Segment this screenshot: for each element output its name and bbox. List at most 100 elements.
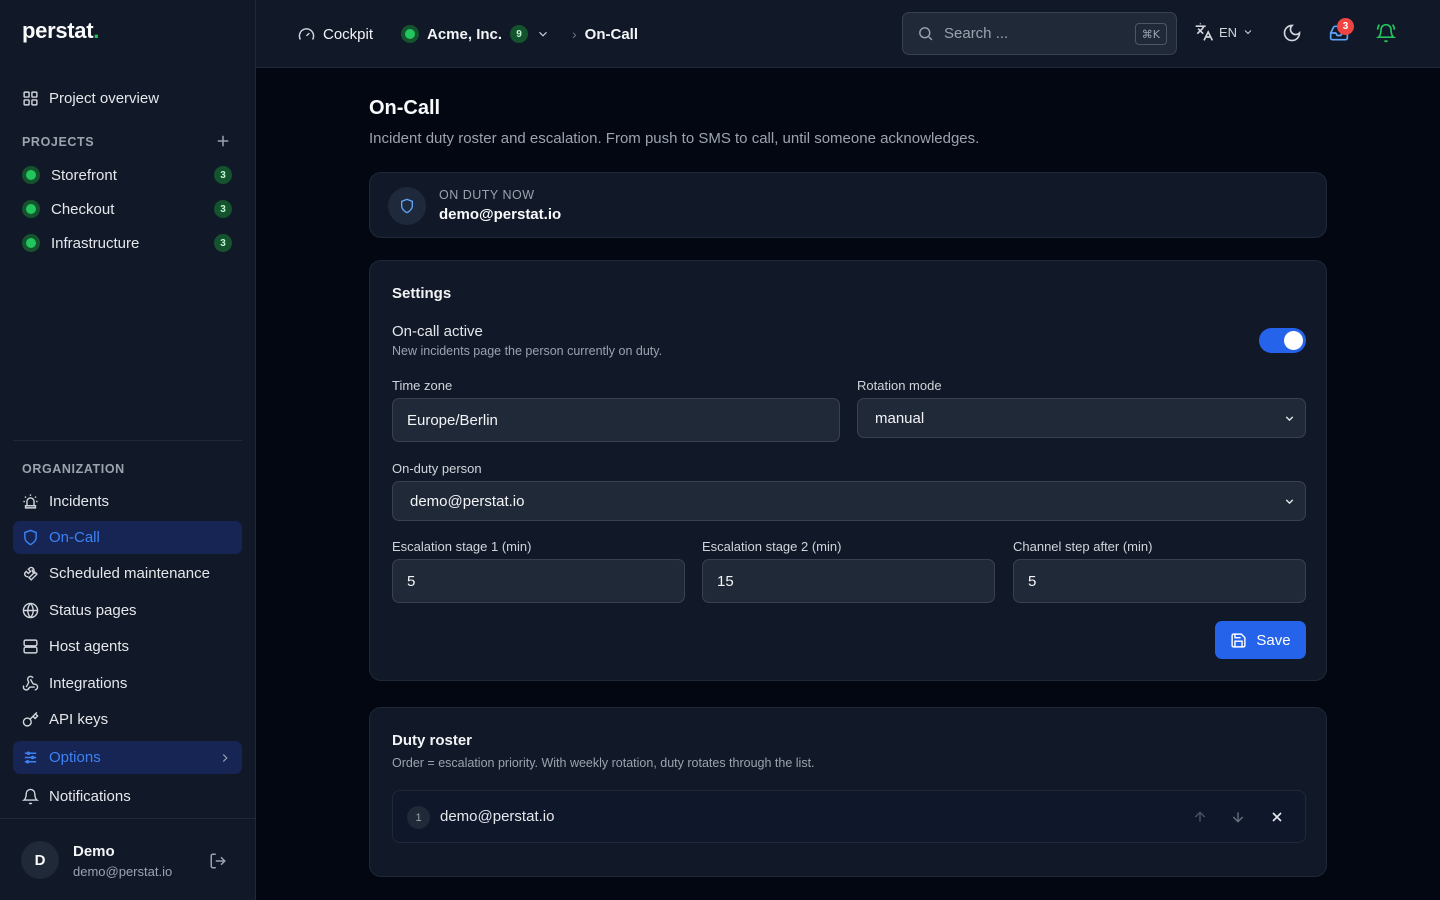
moon-icon[interactable] [1282, 23, 1302, 43]
oncall-active-toggle[interactable] [1259, 328, 1306, 353]
search-shortcut: ⌘K [1134, 23, 1167, 45]
language-label: EN [1219, 24, 1238, 40]
grid-icon [23, 91, 38, 106]
logout-icon[interactable] [209, 852, 227, 870]
project-label: Infrastructure [51, 234, 140, 252]
breadcrumb-label: Cockpit [323, 25, 374, 43]
sidebar-item-api-keys[interactable]: API keys [13, 703, 242, 736]
save-icon [1231, 632, 1246, 648]
sidebar-item-label: API keys [49, 711, 109, 728]
breadcrumb-label: On-Call [584, 25, 639, 43]
bell-icon [22, 788, 39, 805]
search-box[interactable]: ⌘K [902, 12, 1177, 55]
plus-icon[interactable] [214, 132, 232, 150]
org-count-badge: 9 [510, 25, 529, 43]
sidebar-item-project-overview[interactable]: Project overview [13, 82, 242, 115]
arrow-down-icon[interactable] [1230, 809, 1246, 825]
sidebar-item-label: Scheduled maintenance [49, 565, 210, 582]
sidebar-item-on-call[interactable]: On-Call [13, 521, 242, 554]
projects-section-title: PROJECTS [22, 135, 95, 149]
duty-badge [388, 187, 426, 225]
escalation-stage-2-label: Escalation stage 2 (min) [702, 539, 842, 554]
chevron-down-icon [1285, 499, 1294, 505]
project-label: Checkout [51, 200, 115, 218]
select-value: demo@perstat.io [410, 492, 525, 510]
sidebar-item-label: Notifications [49, 788, 131, 805]
breadcrumb-separator: › [572, 26, 577, 42]
translate-icon [1195, 22, 1214, 41]
chevron-down-icon [1285, 416, 1294, 422]
escalation-stage-1-input[interactable] [392, 559, 685, 603]
save-button[interactable]: Save [1215, 621, 1306, 659]
breadcrumb-cockpit[interactable]: Cockpit [298, 0, 373, 68]
sidebar-item-label: Integrations [49, 675, 128, 692]
project-item-storefront[interactable]: Storefront 3 [22, 163, 234, 187]
sidebar-item-label: Host agents [49, 638, 130, 655]
project-count-badge: 3 [214, 166, 232, 184]
sidebar-item-incidents[interactable]: Incidents [13, 485, 242, 518]
organization-section-title: ORGANIZATION [22, 462, 125, 476]
escalation-stage-1-label: Escalation stage 1 (min) [392, 539, 532, 554]
avatar[interactable]: D [21, 841, 59, 879]
duty-roster-card: Duty roster Order = escalation priority.… [369, 707, 1327, 877]
rotation-mode-label: Rotation mode [857, 378, 942, 393]
project-count-badge: 3 [214, 234, 232, 252]
on-duty-person-select[interactable]: demo@perstat.io [392, 481, 1306, 521]
sidebar: perstat. Project overview PROJECTS Store… [0, 0, 256, 900]
channel-step-input[interactable] [1013, 559, 1306, 603]
sidebar-item-integrations[interactable]: Integrations [13, 667, 242, 700]
breadcrumb-current: › On-Call [572, 0, 638, 68]
on-duty-person-label: On-duty person [392, 461, 482, 476]
close-icon[interactable] [1269, 809, 1285, 825]
gauge-icon [298, 27, 315, 40]
timezone-input[interactable] [392, 398, 840, 442]
siren-icon [23, 494, 38, 509]
user-profile: D Demo demo@perstat.io [0, 818, 255, 900]
escalation-stage-2-input[interactable] [702, 559, 995, 603]
roster-position: 1 [407, 806, 430, 829]
bell-ring-icon[interactable] [1376, 23, 1396, 43]
sidebar-item-label: Project overview [49, 90, 160, 107]
status-dot [401, 25, 419, 43]
server-icon [23, 639, 38, 654]
key-icon [22, 711, 39, 727]
notification-count-badge: 3 [1337, 18, 1354, 35]
app-logo[interactable]: perstat. [22, 18, 99, 44]
duty-roster-description: Order = escalation priority. With weekly… [392, 756, 815, 770]
channel-step-label: Channel step after (min) [1013, 539, 1153, 554]
sidebar-item-status-pages[interactable]: Status pages [13, 594, 242, 627]
sidebar-item-options[interactable]: Options [13, 741, 242, 774]
sidebar-item-label: On-Call [49, 529, 100, 546]
select-value: manual [875, 409, 925, 427]
sidebar-divider [13, 440, 242, 441]
sidebar-item-label: Options [49, 749, 101, 766]
project-count-badge: 3 [214, 200, 232, 218]
rotation-mode-select[interactable]: manual [857, 398, 1306, 438]
arrow-up-icon[interactable] [1192, 809, 1208, 825]
language-switcher[interactable]: EN [1194, 22, 1254, 42]
project-label: Storefront [51, 166, 117, 184]
search-icon [919, 27, 933, 41]
logo-text: perstat [22, 18, 94, 43]
sidebar-item-label: Incidents [49, 493, 110, 510]
shield-icon [24, 529, 37, 546]
project-item-infrastructure[interactable]: Infrastructure 3 [22, 231, 234, 255]
sidebar-item-host-agents[interactable]: Host agents [13, 630, 242, 663]
shield-icon [401, 198, 413, 214]
search-input[interactable] [944, 25, 1124, 42]
sidebar-item-notifications[interactable]: Notifications [13, 780, 242, 813]
page-description: Incident duty roster and escalation. Fro… [369, 130, 980, 147]
status-dot [22, 234, 40, 252]
breadcrumb-org-switcher[interactable]: Acme, Inc. 9 [401, 0, 550, 68]
globe-icon [22, 602, 39, 619]
oncall-active-label: On-call active [392, 323, 483, 340]
oncall-active-description: New incidents page the person currently … [392, 344, 663, 358]
sliders-icon [24, 751, 37, 764]
logo-dot: . [93, 18, 100, 43]
status-dot [22, 166, 40, 184]
sidebar-item-scheduled-maintenance[interactable]: Scheduled maintenance [13, 557, 242, 590]
settings-card: Settings On-call active New incidents pa… [369, 260, 1327, 681]
on-duty-card: ON DUTY NOW demo@perstat.io [369, 172, 1327, 238]
project-item-checkout[interactable]: Checkout 3 [22, 197, 234, 221]
duty-roster-title: Duty roster [392, 732, 473, 749]
